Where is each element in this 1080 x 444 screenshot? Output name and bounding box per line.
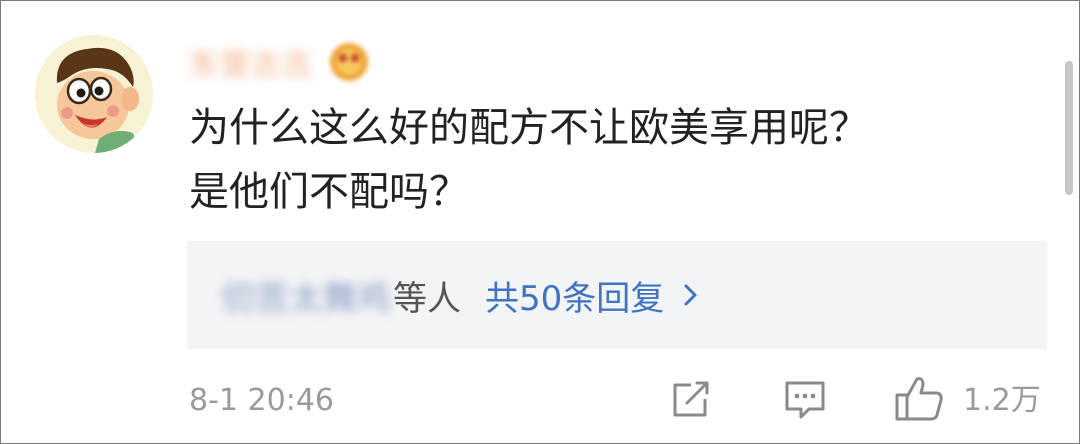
like-count: 1.2万	[963, 383, 1041, 418]
comment-line-1: 为什么这么好的配方不让欧美享用呢？	[189, 105, 869, 151]
comment-text: 为什么这么好的配方不让欧美享用呢？ 是他们不配吗？	[189, 96, 1049, 224]
reply-suffix: 等人	[393, 278, 461, 319]
comment-card: 东营古古 为什么这么好的配方不让欧美享用呢？ 是他们不配吗？ 仞苦太舞鸡 等人 …	[0, 0, 1080, 444]
user-avatar[interactable]	[35, 35, 153, 153]
comment-line-2: 是他们不配吗？	[189, 169, 469, 215]
username[interactable]: 东营古古	[189, 40, 313, 84]
cartoon-face-icon	[35, 35, 153, 153]
replies-preview[interactable]: 仞苦太舞鸡 等人 共50条回复	[187, 241, 1047, 349]
share-box-icon[interactable]	[667, 377, 713, 423]
username-row[interactable]: 东营古古	[189, 39, 371, 85]
reply-user-names: 仞苦太舞鸡	[221, 278, 391, 319]
reply-count-link[interactable]: 共50条回复	[485, 271, 664, 320]
comment-timestamp: 8-1 20:46	[189, 383, 334, 418]
comment-bubble-icon[interactable]	[781, 377, 829, 423]
thumbs-up-icon[interactable]	[893, 373, 945, 423]
chevron-right-icon[interactable]	[682, 280, 700, 310]
vip-badge-icon	[330, 43, 368, 81]
scrollbar-thumb[interactable]	[1065, 61, 1073, 195]
